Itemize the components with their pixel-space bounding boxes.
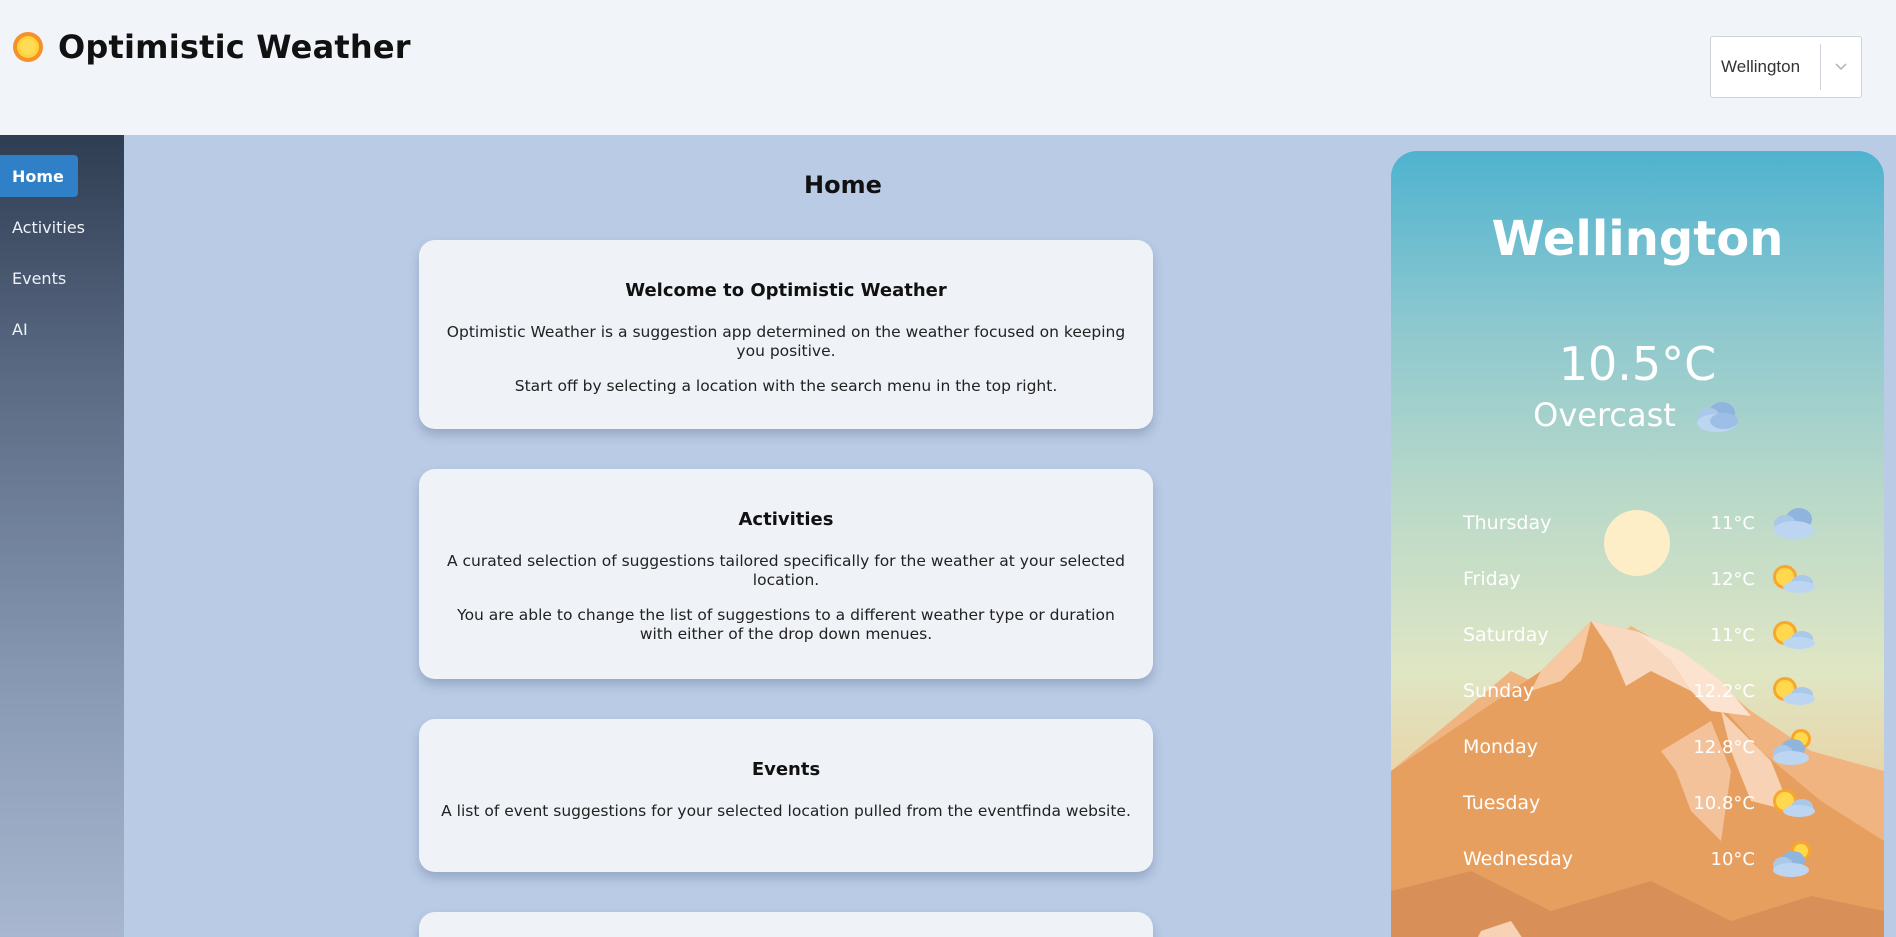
- card-text: Optimistic Weather is a suggestion app d…: [446, 323, 1126, 360]
- forecast-day: Saturday: [1463, 624, 1549, 646]
- forecast-day: Sunday: [1463, 680, 1535, 702]
- forecast-row-tuesday: Tuesday 10.8°C: [1463, 783, 1823, 823]
- forecast-row-friday: Friday 12°C: [1463, 559, 1823, 599]
- forecast-temp: 11°C: [1710, 512, 1755, 534]
- forecast-row-sunday: Sunday 12.2°C: [1463, 671, 1823, 711]
- forecast-temp: 12°C: [1710, 568, 1755, 590]
- forecast-temp: 10.8°C: [1693, 792, 1755, 814]
- forecast-temp: 11°C: [1710, 624, 1755, 646]
- sidebar-item-events[interactable]: Events: [0, 257, 66, 299]
- forecast-day: Monday: [1463, 736, 1539, 758]
- card-text: A curated selection of suggestions tailo…: [446, 552, 1125, 589]
- sun-icon: [12, 31, 44, 63]
- forecast-row-thursday: Thursday 11°C: [1463, 503, 1823, 543]
- sidebar-item-ai[interactable]: AI: [0, 308, 28, 350]
- weather-city: Wellington: [1491, 211, 1784, 267]
- events-card: Events A list of event suggestions for y…: [419, 719, 1153, 872]
- page-title: Home: [804, 171, 882, 199]
- forecast-day: Friday: [1463, 568, 1521, 590]
- chevron-down-icon[interactable]: [1821, 62, 1861, 72]
- card-text: Start off by selecting a location with t…: [514, 377, 1058, 395]
- sun-cloud-icon: [1769, 671, 1819, 711]
- sidebar-item-activities[interactable]: Activities: [0, 206, 85, 248]
- forecast-row-saturday: Saturday 11°C: [1463, 615, 1823, 655]
- sun-cloud-icon: [1769, 559, 1819, 599]
- app-header: Optimistic Weather Wellington: [0, 0, 1896, 135]
- welcome-card: Welcome to Optimistic Weather Optimistic…: [419, 240, 1153, 429]
- sidebar-item-home[interactable]: Home: [0, 155, 78, 197]
- forecast-day: Wednesday: [1463, 848, 1574, 870]
- card-text: You are able to change the list of sugge…: [457, 606, 1115, 643]
- forecast-day: Thursday: [1463, 512, 1552, 534]
- forecast-row-wednesday: Wednesday 10°C: [1463, 839, 1823, 879]
- card-text: A list of event suggestions for your sel…: [441, 802, 1131, 820]
- location-select[interactable]: Wellington: [1710, 36, 1862, 98]
- forecast-temp: 12.2°C: [1693, 680, 1755, 702]
- cloud-icon: [1769, 503, 1819, 543]
- cloud-icon: [1692, 395, 1742, 435]
- forecast-temp: 12.8°C: [1693, 736, 1755, 758]
- cloud-sun-icon: [1769, 839, 1819, 879]
- weather-panel: Wellington 10.5°C Overcast Thursday 11°C…: [1391, 151, 1884, 937]
- sidebar: Home Activities Events AI: [0, 135, 124, 937]
- card-title: Events: [751, 759, 821, 780]
- sun-cloud-icon: [1769, 783, 1819, 823]
- forecast-row-monday: Monday 12.8°C: [1463, 727, 1823, 767]
- app-title: Optimistic Weather: [58, 28, 411, 66]
- current-temperature: 10.5°C: [1558, 337, 1717, 391]
- ai-card: [419, 912, 1153, 937]
- forecast-day: Tuesday: [1463, 792, 1541, 814]
- activities-card: Activities A curated selection of sugges…: [419, 469, 1153, 679]
- cloud-sun-icon: [1769, 727, 1819, 767]
- app-logo: Optimistic Weather: [12, 28, 411, 66]
- forecast-temp: 10°C: [1710, 848, 1755, 870]
- current-condition-row: Overcast: [1391, 395, 1884, 435]
- card-title: Welcome to Optimistic Weather: [625, 280, 947, 301]
- sun-cloud-icon: [1769, 615, 1819, 655]
- current-condition: Overcast: [1533, 396, 1676, 434]
- card-title: Activities: [738, 509, 834, 530]
- location-select-value[interactable]: Wellington: [1711, 57, 1820, 77]
